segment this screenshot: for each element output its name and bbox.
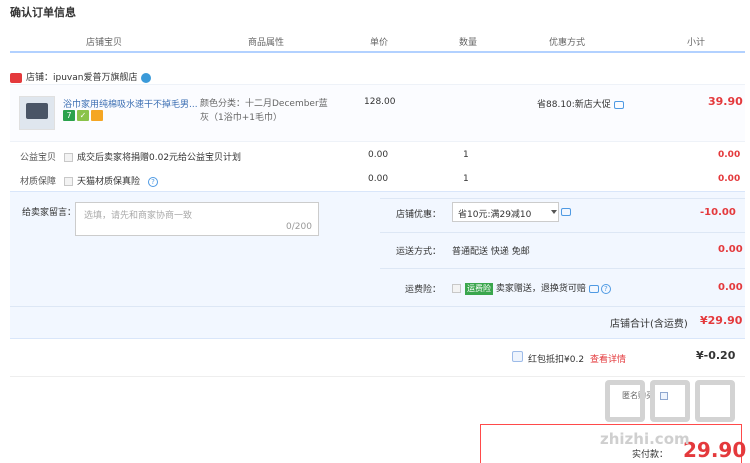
seven-day-return-icon[interactable]: 7	[63, 110, 75, 121]
shop-name-link[interactable]: 店铺：ipuvan爱普万旗舰店	[26, 73, 137, 83]
redpacket-details-link[interactable]: 查看详情	[590, 352, 626, 365]
shop-coupon-amount: -10.00	[700, 207, 736, 218]
charity-price: 0.00	[368, 150, 389, 160]
item-row	[10, 84, 745, 142]
service-material: 天猫材质保真险?	[64, 174, 159, 187]
insurance-chat-icon[interactable]	[588, 284, 599, 293]
towel-image	[26, 103, 48, 119]
item-unit-price: 128.00	[364, 97, 396, 107]
message-placeholder: 选填，请先和商家协商一致	[84, 211, 193, 221]
material-qty: 1	[463, 174, 469, 184]
shop-coupon-label: 店铺优惠：	[396, 210, 442, 220]
insurance-option: 运费险 卖家赠送，退换货可赔?	[452, 281, 611, 295]
chevron-down-icon	[551, 210, 557, 214]
item-sku: 颜色分类：十二月December蓝 灰（1浴巾+1毛巾）	[200, 97, 335, 125]
panel-divider-bottom	[10, 306, 745, 307]
item-badges: 7 ✓	[63, 110, 105, 121]
watermark-logo	[605, 380, 645, 422]
service-charity: 成交后卖家将捐赠0.02元给公益宝贝计划	[64, 150, 241, 163]
material-price: 0.00	[368, 174, 389, 184]
redpacket-label: 红包抵扣¥0.2	[528, 355, 585, 365]
insurance-desc: 卖家赠送，退换货可赔	[495, 284, 586, 294]
item-subtotal: 39.90	[708, 95, 743, 108]
watermark-logo	[695, 380, 735, 422]
item-promo: 省88.10:新店大促	[537, 97, 624, 110]
shop-total-label: 店铺合计(含运费)	[610, 319, 688, 330]
sku-line-2: 灰（1浴巾+1毛巾）	[200, 113, 282, 123]
page-title: 确认订单信息	[10, 6, 76, 19]
insurance-label: 运费险：	[405, 285, 442, 295]
coupon-info-icon[interactable]	[561, 208, 571, 216]
wangwang-chat-icon[interactable]	[141, 72, 152, 83]
insurance-badge: 运费险	[465, 282, 493, 295]
item-name-link[interactable]: 浴巾家用纯棉吸水速干不掉毛男...	[63, 97, 198, 110]
tmall-icon	[10, 72, 22, 83]
insurance-checkbox[interactable]	[452, 284, 461, 293]
material-checkbox[interactable]	[64, 177, 73, 186]
service-label-charity: 公益宝贝	[20, 153, 57, 163]
col-header-price: 单价	[370, 38, 389, 48]
promo-text: 省88.10:新店大促	[537, 100, 611, 110]
redpacket-value: ¥-0.20	[696, 349, 736, 362]
service-label-material: 材质保障	[20, 177, 57, 187]
redpacket-checkbox[interactable]	[512, 351, 523, 362]
col-header-qty: 数量	[459, 38, 478, 48]
col-header-item: 店铺宝贝	[86, 38, 123, 48]
material-subtotal: 0.00	[718, 174, 741, 184]
col-header-subtotal: 小计	[687, 38, 706, 48]
promo-info-icon[interactable]	[613, 100, 624, 109]
shipping-method: 普通配送 快递 免邮	[452, 247, 530, 257]
message-char-count: 0/200	[286, 222, 312, 232]
watermark-logo	[650, 380, 690, 422]
shipping-label: 运送方式：	[396, 247, 442, 257]
redpacket-divider	[10, 376, 745, 377]
help-icon[interactable]: ?	[148, 176, 159, 187]
col-header-promo: 优惠方式	[549, 38, 586, 48]
shop-total-value: ¥29.90	[700, 314, 743, 327]
payment-value: 29.90	[683, 438, 747, 462]
insurance-help-icon[interactable]: ?	[600, 283, 611, 294]
insurance-amount: 0.00	[718, 282, 743, 293]
credit-card-icon[interactable]	[91, 110, 103, 121]
watermark-text: zhizhi.com	[600, 430, 690, 448]
panel-divider	[380, 198, 745, 199]
shipping-amount: 0.00	[718, 244, 743, 255]
header-divider	[10, 51, 745, 53]
item-thumbnail[interactable]	[19, 96, 55, 130]
material-desc: 天猫材质保真险	[77, 177, 141, 187]
guarantee-icon[interactable]: ✓	[77, 110, 89, 121]
col-header-attr: 商品属性	[248, 38, 285, 48]
charity-checkbox[interactable]	[64, 153, 73, 162]
sku-line-1: 颜色分类：十二月December蓝	[200, 99, 328, 109]
insurance-divider	[380, 268, 745, 269]
charity-qty: 1	[463, 150, 469, 160]
shop-row: 店铺：ipuvan爱普万旗舰店	[10, 70, 152, 83]
shipping-divider	[380, 232, 745, 233]
message-label: 给卖家留言：	[22, 208, 77, 218]
charity-subtotal: 0.00	[718, 150, 741, 160]
payment-label: 实付款：	[632, 450, 669, 460]
shop-coupon-value: 省10元:满29减10	[458, 210, 532, 220]
charity-desc: 成交后卖家将捐赠0.02元给公益宝贝计划	[77, 153, 242, 163]
